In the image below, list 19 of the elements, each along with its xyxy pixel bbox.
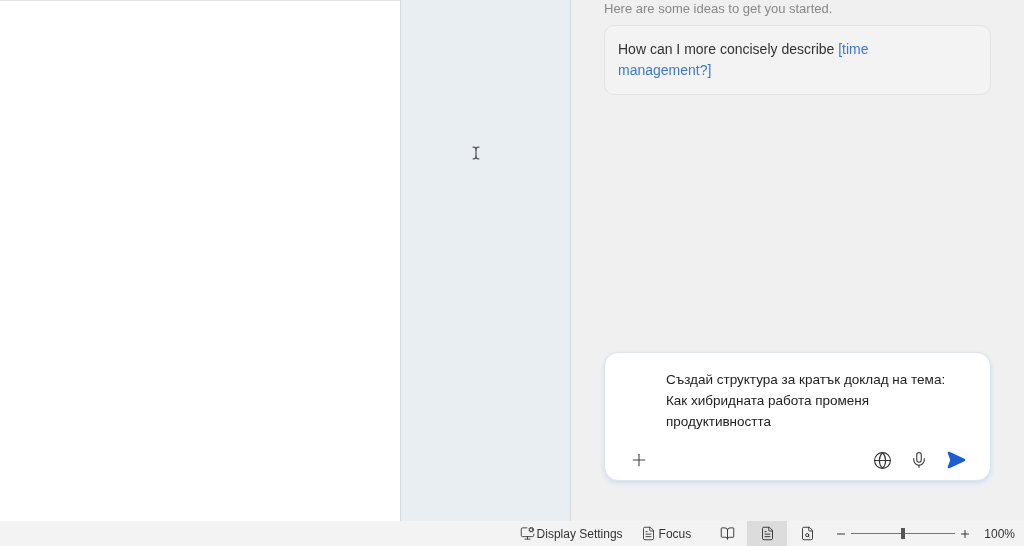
suggestion-card[interactable]: How can I more concisely describe [time management?] bbox=[604, 25, 991, 95]
book-icon bbox=[719, 526, 735, 541]
display-settings-button[interactable]: Display Settings bbox=[517, 524, 625, 543]
prompt-text: Създай структура за кратък доклад на тема: Как хибридната работа променя продуктивността bbox=[666, 371, 947, 431]
zoom-slider[interactable] bbox=[851, 527, 956, 540]
globe-icon[interactable] bbox=[873, 450, 892, 470]
focus-icon bbox=[640, 526, 656, 541]
focus-button[interactable]: Focus bbox=[638, 524, 694, 543]
view-button[interactable] bbox=[747, 521, 788, 546]
page-icon bbox=[759, 526, 775, 541]
send-icon[interactable] bbox=[946, 450, 966, 470]
web-page-icon bbox=[799, 526, 815, 541]
zoom-in-icon[interactable] bbox=[959, 527, 972, 540]
microphone-icon[interactable] bbox=[910, 451, 928, 469]
monitor-gear-icon bbox=[519, 526, 535, 541]
zoom-reading: 100% bbox=[984, 525, 1015, 543]
intro-text: Here are some ideas to get you started. bbox=[604, 2, 834, 16]
zoom-slider-thumb[interactable] bbox=[901, 528, 906, 539]
prompt-field[interactable]: Създай структура за кратък доклад на тема: Как хибридната работа променя продуктивността bbox=[604, 352, 991, 481]
